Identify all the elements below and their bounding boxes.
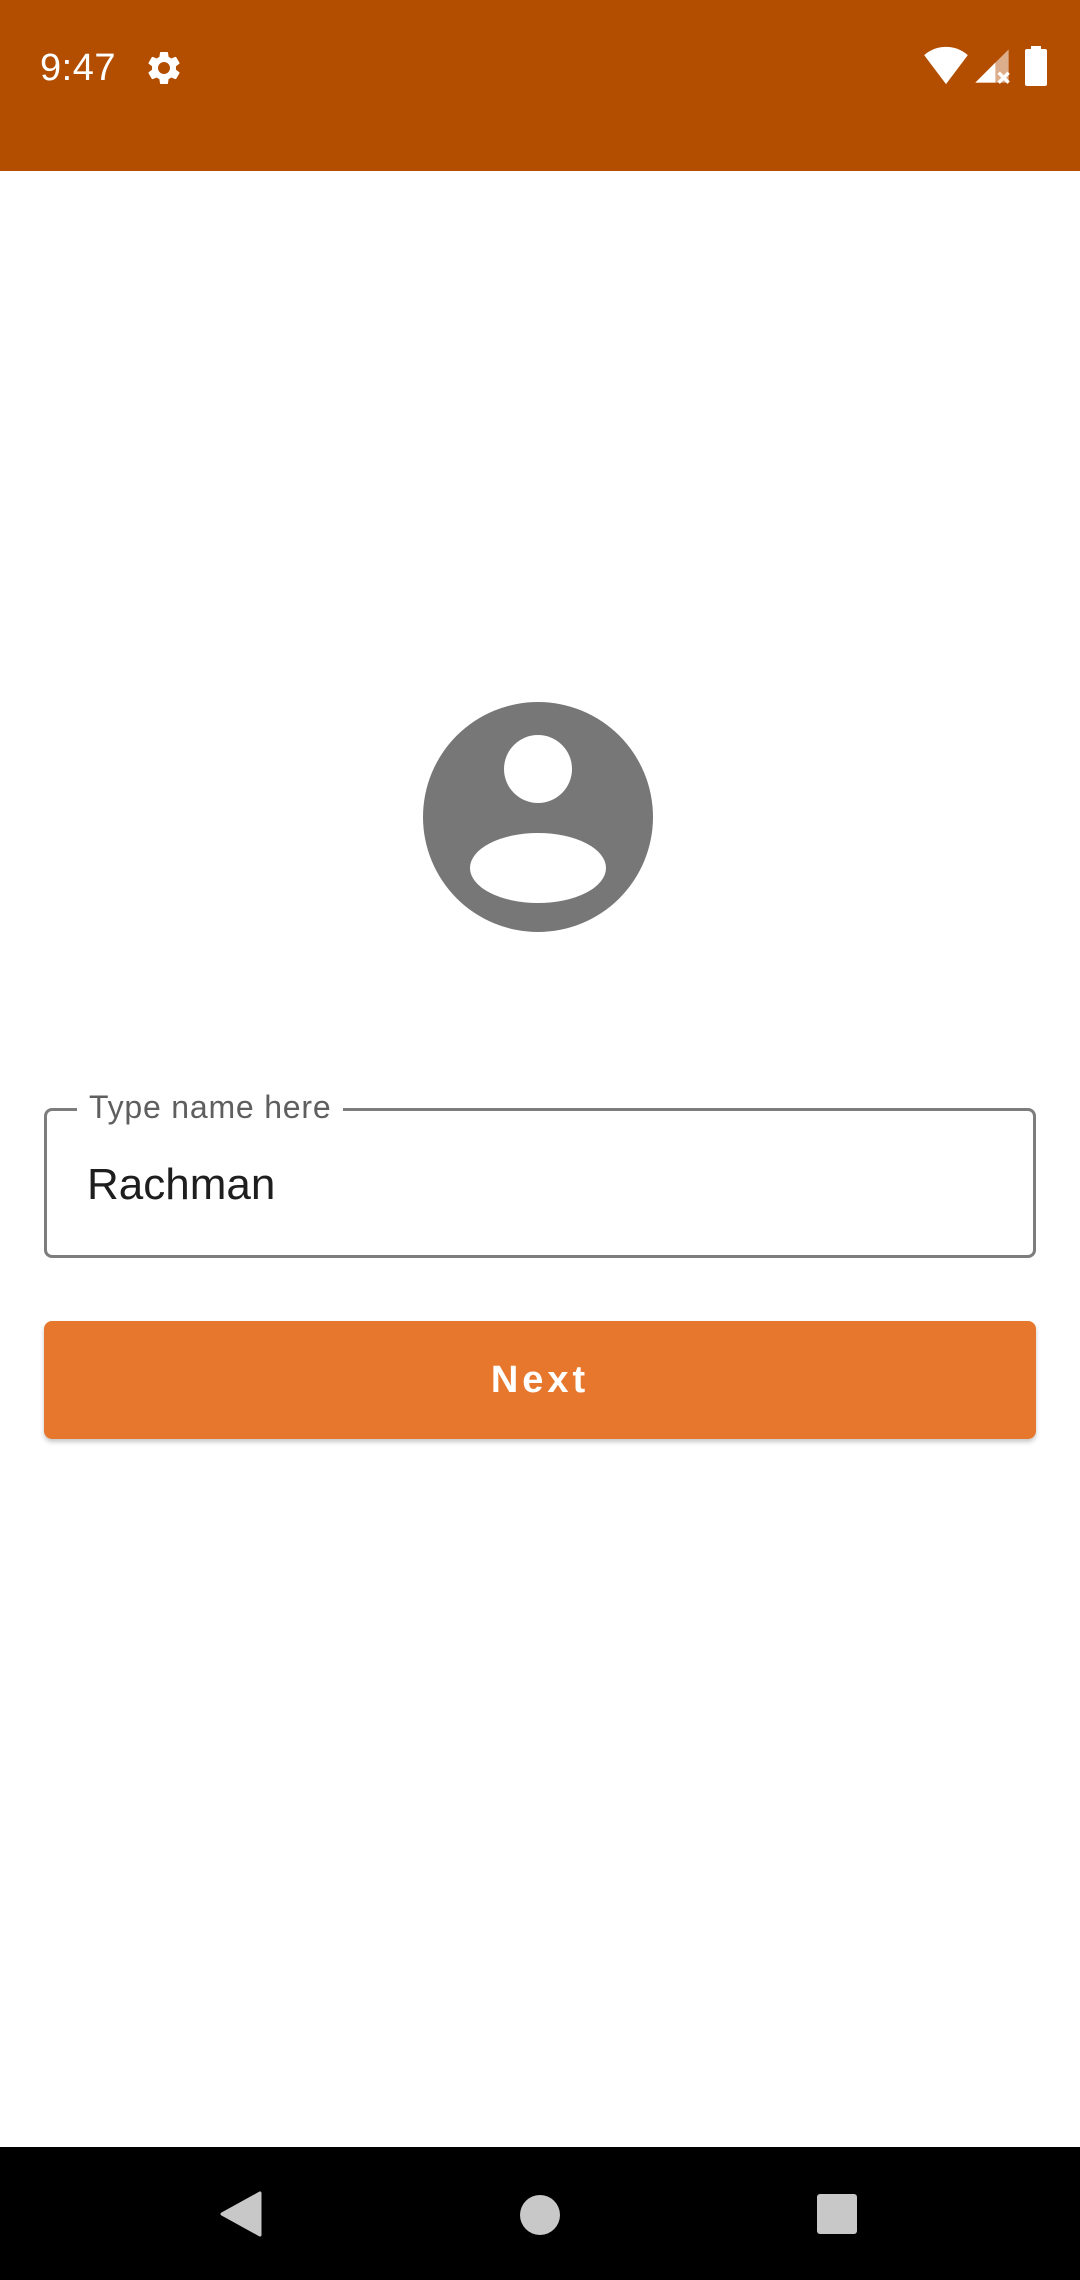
name-field[interactable]: Type name here	[44, 1087, 1036, 1258]
name-field-label: Type name here	[77, 1087, 344, 1127]
recents-icon[interactable]	[817, 2194, 857, 2234]
home-icon[interactable]	[520, 2195, 560, 2235]
gear-icon	[144, 48, 184, 88]
name-input[interactable]	[87, 1156, 987, 1214]
status-time: 9:47	[40, 47, 116, 89]
next-button[interactable]: Next	[44, 1321, 1036, 1439]
navigation-bar	[0, 2147, 1080, 2280]
status-bar: 9:47	[0, 0, 1080, 171]
back-icon[interactable]	[218, 2191, 262, 2237]
person-avatar-icon	[423, 702, 653, 932]
